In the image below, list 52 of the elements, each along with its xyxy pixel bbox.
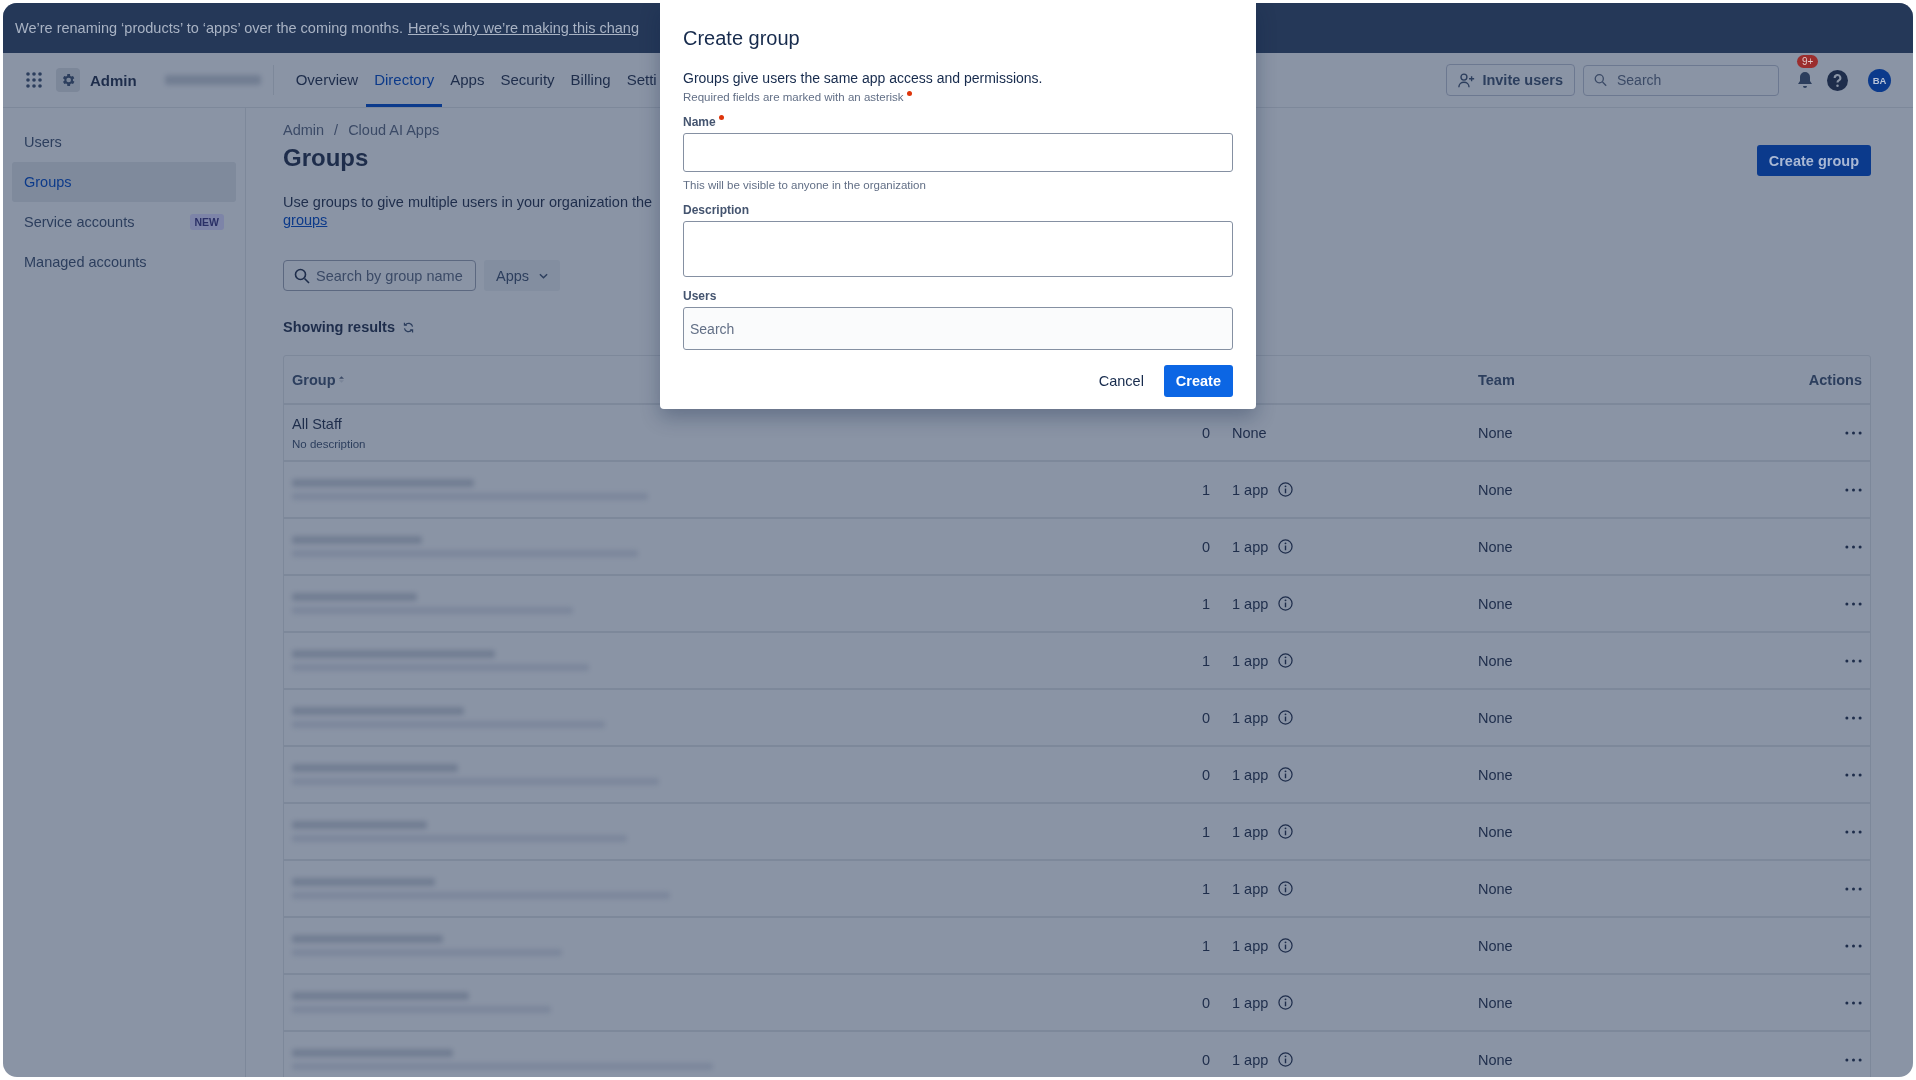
table-cell-text: 1 [1200,822,1211,842]
table-cell-text: None [1477,936,1514,956]
column-header: Actions [1807,370,1863,390]
table-cell-text: 1 [1200,594,1211,614]
table-cell: 1 app [1232,1051,1269,1068]
table-cell: 1 app [1232,652,1269,669]
dialog-intro: Groups give users the same app access and permissions. [683,70,1044,86]
table-cell-text: None [1477,537,1514,557]
table-cell-text: None [1477,708,1514,728]
table-cell-text: None [1477,765,1514,785]
table-cell: 1 app [1232,937,1269,954]
table-cell-text: 0 [1200,423,1211,443]
field-help-text: This will be visible to anyone in the organization [683,179,927,191]
table-cell: 1 app [1232,595,1269,612]
table-cell-text: 1 [1200,879,1211,899]
table-cell-text: 1 [1200,480,1211,500]
field-label: Description [683,203,749,217]
column-header: Team [1477,370,1516,390]
notification-badge: 9+ [1797,55,1819,68]
table-cell: 1 app [1232,880,1269,897]
table-cell-text: None [1477,879,1514,899]
table-cell-text: None [1477,1050,1514,1070]
table-cell-text: None [1477,822,1514,842]
table-cell: 1 app [1232,766,1269,783]
field-label: Users [683,289,717,303]
page-description: Use groups to give multiple users in your organization the [283,194,653,210]
required-note: Required fields are marked with an asterisk [683,91,904,103]
table-cell-text: None [1477,480,1514,500]
table-cell: 1 app [1232,994,1269,1011]
table-cell-text: 0 [1200,537,1211,557]
table-cell-text: None [1477,651,1514,671]
table-cell-text: None [1477,594,1514,614]
field-label: Name [683,115,716,129]
table-cell-text: 0 [1200,765,1211,785]
results-label: Showing results [283,319,395,335]
table-cell-text: 0 [1200,1050,1211,1070]
banner-text: We’re renaming ‘products’ to ‘apps’ over the coming months. [15,20,403,36]
table-cell: 1 app [1232,709,1269,726]
group-description: No description [292,437,366,450]
table-cell-text: None [1477,423,1514,443]
table-cell-text: 1 [1200,936,1211,956]
table-cell: 1 app [1232,481,1269,498]
table-cell-text: 0 [1200,993,1211,1013]
table-cell-text: 1 [1200,651,1211,671]
table-cell-text: 0 [1200,708,1211,728]
table-cell: None [1232,424,1267,441]
breadcrumb-separator: / [334,122,339,138]
table-cell-text: None [1477,993,1514,1013]
table-cell: 1 app [1232,823,1269,840]
table-cell: 1 app [1232,538,1269,555]
page-title: Groups [283,144,369,172]
dialog-title: Create group [683,27,801,50]
